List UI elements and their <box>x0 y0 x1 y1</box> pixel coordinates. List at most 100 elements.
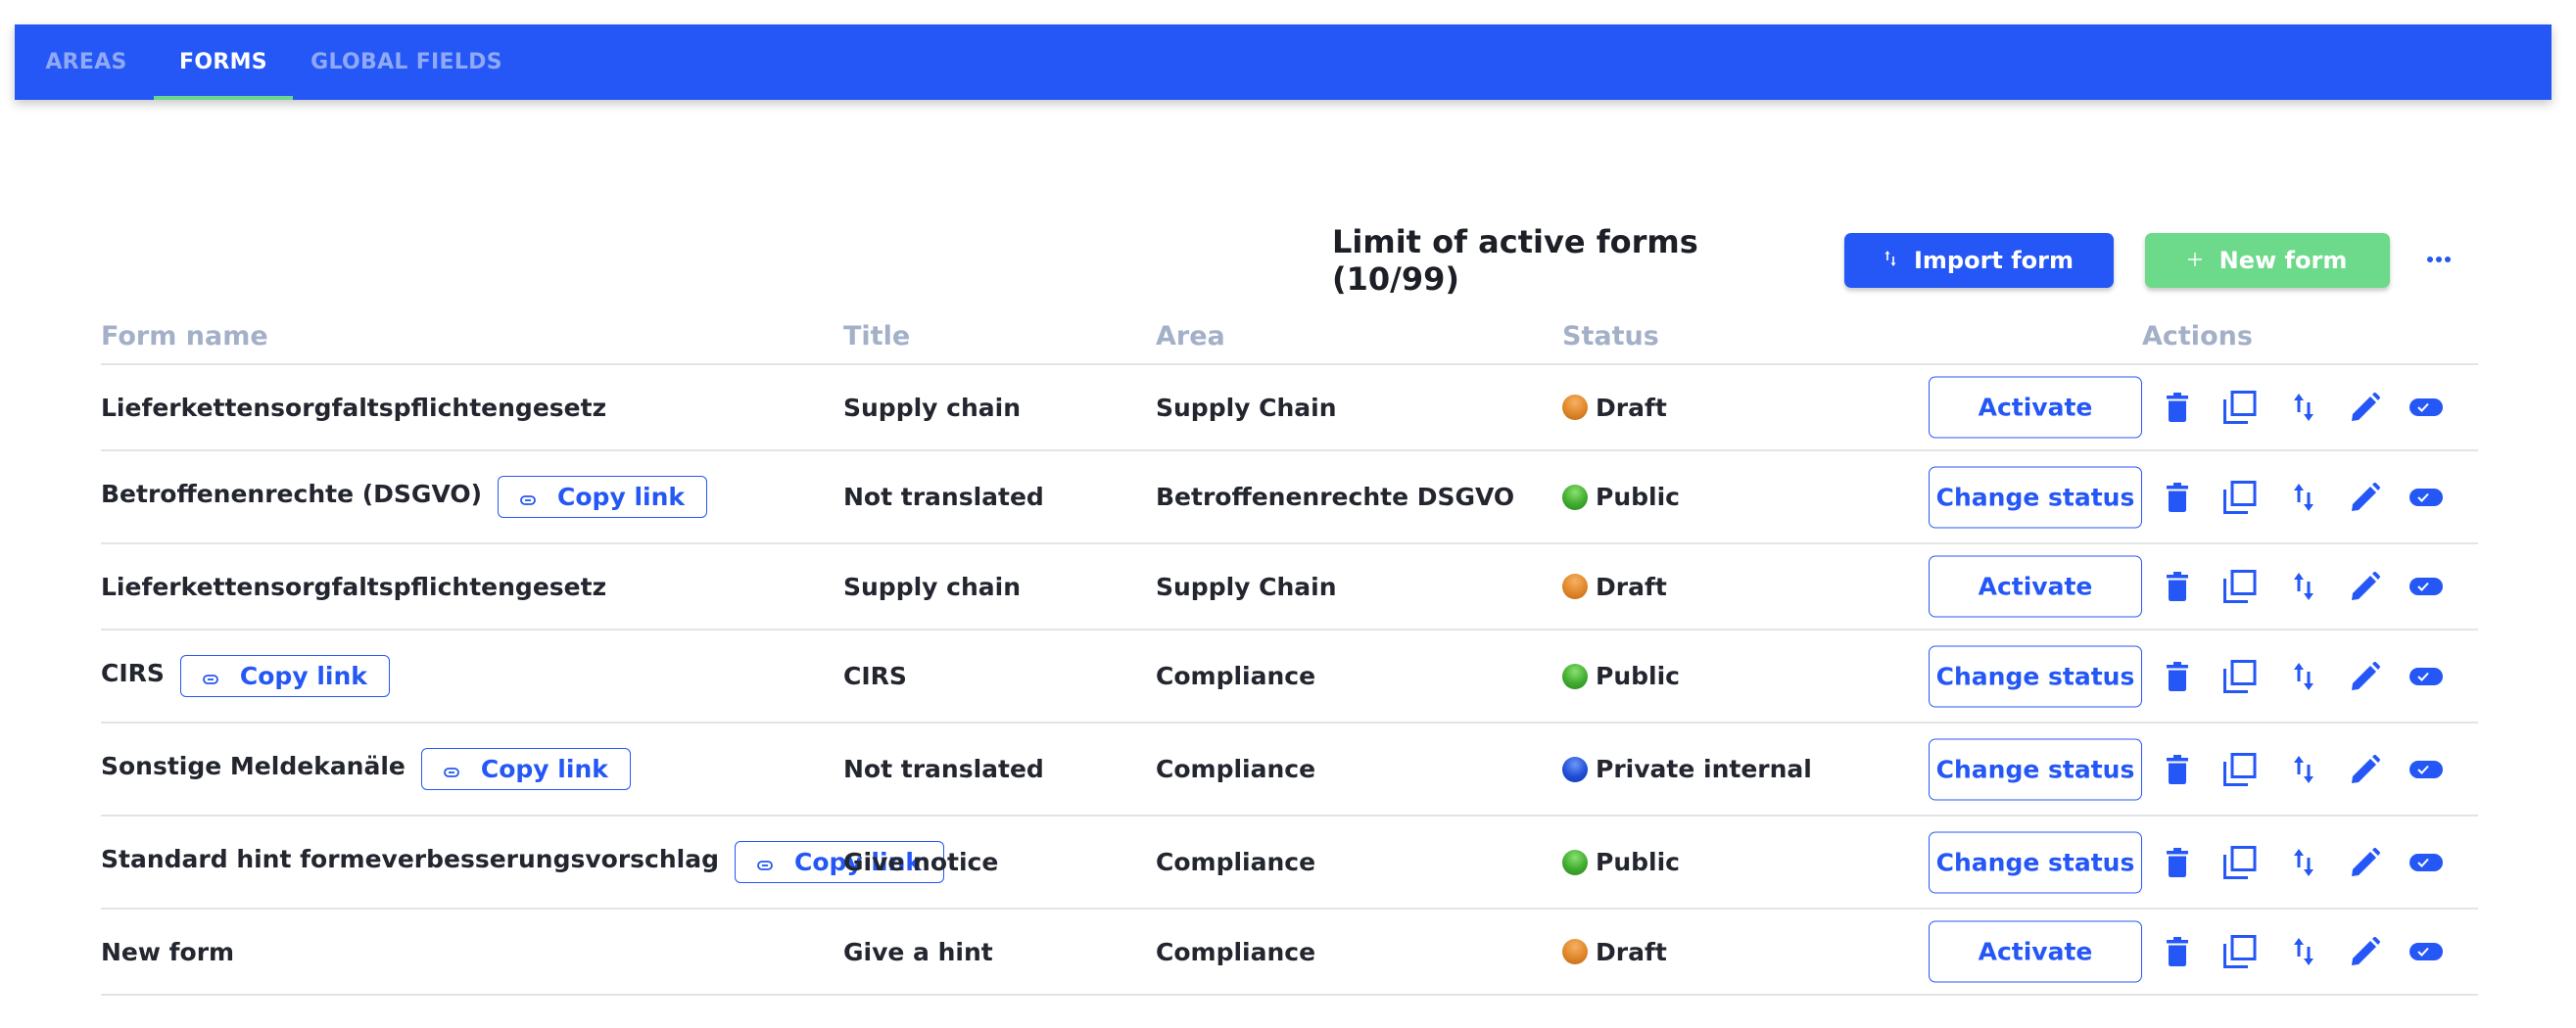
status-action-button[interactable]: Activate <box>1929 555 2142 618</box>
toggle-check-icon[interactable] <box>2409 659 2444 694</box>
trash-icon[interactable] <box>2160 934 2195 969</box>
link-icon <box>203 662 218 690</box>
status-action-button[interactable]: Change status <box>1929 466 2142 528</box>
tab-areas[interactable]: AREAS <box>32 24 140 100</box>
table-row: Betroffenenrechte (DSGVO) Copy link Not … <box>101 451 2478 544</box>
sort-arrows-icon[interactable] <box>2286 934 2321 969</box>
trash-icon[interactable] <box>2160 569 2195 604</box>
status-dot-icon <box>1562 663 1588 689</box>
trash-icon[interactable] <box>2160 659 2195 694</box>
pencil-icon[interactable] <box>2348 480 2383 515</box>
toggle-check-icon[interactable] <box>2409 752 2444 787</box>
copy-link-label: Copy link <box>480 755 608 783</box>
trash-icon[interactable] <box>2160 390 2195 425</box>
more-options-button[interactable] <box>2423 245 2455 274</box>
column-header-status[interactable]: Status <box>1562 321 1659 351</box>
status-cell: Draft <box>1562 544 1667 629</box>
status-action-button[interactable]: Change status <box>1929 738 2142 800</box>
form-name[interactable]: Betroffenenrechte (DSGVO) <box>101 478 482 508</box>
status-dot-icon <box>1562 395 1588 420</box>
new-form-button[interactable]: New form <box>2145 233 2390 288</box>
status-action-button[interactable]: Activate <box>1929 376 2142 439</box>
status-cell: Public <box>1562 631 1680 722</box>
form-name[interactable]: Standard hint formeverbesserungsvorschla… <box>101 843 719 873</box>
status-cell: Draft <box>1562 365 1667 449</box>
plus-icon <box>2187 251 2202 271</box>
import-form-button[interactable]: Import form <box>1844 233 2114 288</box>
more-dot <box>2445 257 2451 262</box>
status-label: Draft <box>1596 937 1667 966</box>
pencil-icon[interactable] <box>2348 569 2383 604</box>
form-name-cell: Lieferkettensorgfaltspflichtengesetz <box>101 544 606 629</box>
area-cell: Supply Chain <box>1156 393 1337 422</box>
column-header-form-name[interactable]: Form name <box>101 321 268 351</box>
status-label: Draft <box>1596 572 1667 601</box>
sort-arrows-icon[interactable] <box>2286 659 2321 694</box>
duplicate-icon[interactable] <box>2222 659 2258 694</box>
duplicate-icon[interactable] <box>2222 569 2258 604</box>
pencil-icon[interactable] <box>2348 390 2383 425</box>
status-action-button[interactable]: Change status <box>1929 645 2142 707</box>
sort-arrows-icon <box>1884 250 1896 272</box>
status-cell: Draft <box>1562 910 1667 994</box>
pencil-icon[interactable] <box>2348 934 2383 969</box>
form-name[interactable]: Lieferkettensorgfaltspflichtengesetz <box>101 394 606 422</box>
form-name[interactable]: Lieferkettensorgfaltspflichtengesetz <box>101 573 606 601</box>
active-forms-limit-label: Limit of active forms (10/99) <box>1332 223 1698 298</box>
duplicate-icon[interactable] <box>2222 390 2258 425</box>
toggle-check-icon[interactable] <box>2409 480 2444 515</box>
trash-icon[interactable] <box>2160 752 2195 787</box>
status-dot-icon <box>1562 574 1588 599</box>
status-label: Private internal <box>1596 755 1812 783</box>
copy-link-label: Copy link <box>239 662 367 690</box>
toggle-check-icon[interactable] <box>2409 934 2444 969</box>
toggle-check-icon[interactable] <box>2409 569 2444 604</box>
copy-link-button[interactable]: Copy link <box>498 476 708 518</box>
title-cell: Supply chain <box>843 572 1022 601</box>
pencil-icon[interactable] <box>2348 845 2383 880</box>
form-name-cell: Betroffenenrechte (DSGVO) Copy link <box>101 451 708 542</box>
trash-icon[interactable] <box>2160 480 2195 515</box>
link-icon <box>757 848 773 876</box>
title-cell: Supply chain <box>843 393 1022 422</box>
duplicate-icon[interactable] <box>2222 752 2258 787</box>
title-cell: CIRS <box>843 662 907 690</box>
area-cell: Compliance <box>1156 755 1316 783</box>
duplicate-icon[interactable] <box>2222 845 2258 880</box>
duplicate-icon[interactable] <box>2222 934 2258 969</box>
tab-forms[interactable]: FORMS <box>154 24 293 100</box>
column-header-area[interactable]: Area <box>1156 321 1225 351</box>
form-name[interactable]: CIRS <box>101 657 165 687</box>
status-action-button[interactable]: Activate <box>1929 920 2142 983</box>
toggle-check-icon[interactable] <box>2409 845 2444 880</box>
trash-icon[interactable] <box>2160 845 2195 880</box>
table-row: Sonstige Meldekanäle Copy link Not trans… <box>101 724 2478 817</box>
form-name-cell: Sonstige Meldekanäle Copy link <box>101 724 631 815</box>
table-header: Form name Title Area Status Actions <box>101 315 2478 365</box>
sort-arrows-icon[interactable] <box>2286 390 2321 425</box>
duplicate-icon[interactable] <box>2222 480 2258 515</box>
sort-arrows-icon[interactable] <box>2286 845 2321 880</box>
sort-arrows-icon[interactable] <box>2286 752 2321 787</box>
status-label: Draft <box>1596 393 1667 422</box>
copy-link-button[interactable]: Copy link <box>420 748 631 790</box>
area-cell: Compliance <box>1156 848 1316 876</box>
sort-arrows-icon[interactable] <box>2286 480 2321 515</box>
sort-arrows-icon[interactable] <box>2286 569 2321 604</box>
pencil-icon[interactable] <box>2348 752 2383 787</box>
copy-link-button[interactable]: Copy link <box>179 655 390 697</box>
tab-global-fields[interactable]: GLOBAL FIELDS <box>309 24 504 100</box>
column-header-actions: Actions <box>2142 321 2253 351</box>
column-header-title[interactable]: Title <box>843 321 910 351</box>
form-name[interactable]: Sonstige Meldekanäle <box>101 750 405 780</box>
status-cell: Private internal <box>1562 724 1812 815</box>
forms-table: Form name Title Area Status Actions Lief… <box>101 315 2478 996</box>
form-name[interactable]: New form <box>101 938 234 966</box>
form-name-cell: CIRS Copy link <box>101 631 390 722</box>
status-dot-icon <box>1562 939 1588 964</box>
more-dot <box>2436 257 2442 262</box>
pencil-icon[interactable] <box>2348 659 2383 694</box>
status-action-button[interactable]: Change status <box>1929 831 2142 893</box>
toggle-check-icon[interactable] <box>2409 390 2444 425</box>
title-cell: Give a hint <box>843 937 993 966</box>
